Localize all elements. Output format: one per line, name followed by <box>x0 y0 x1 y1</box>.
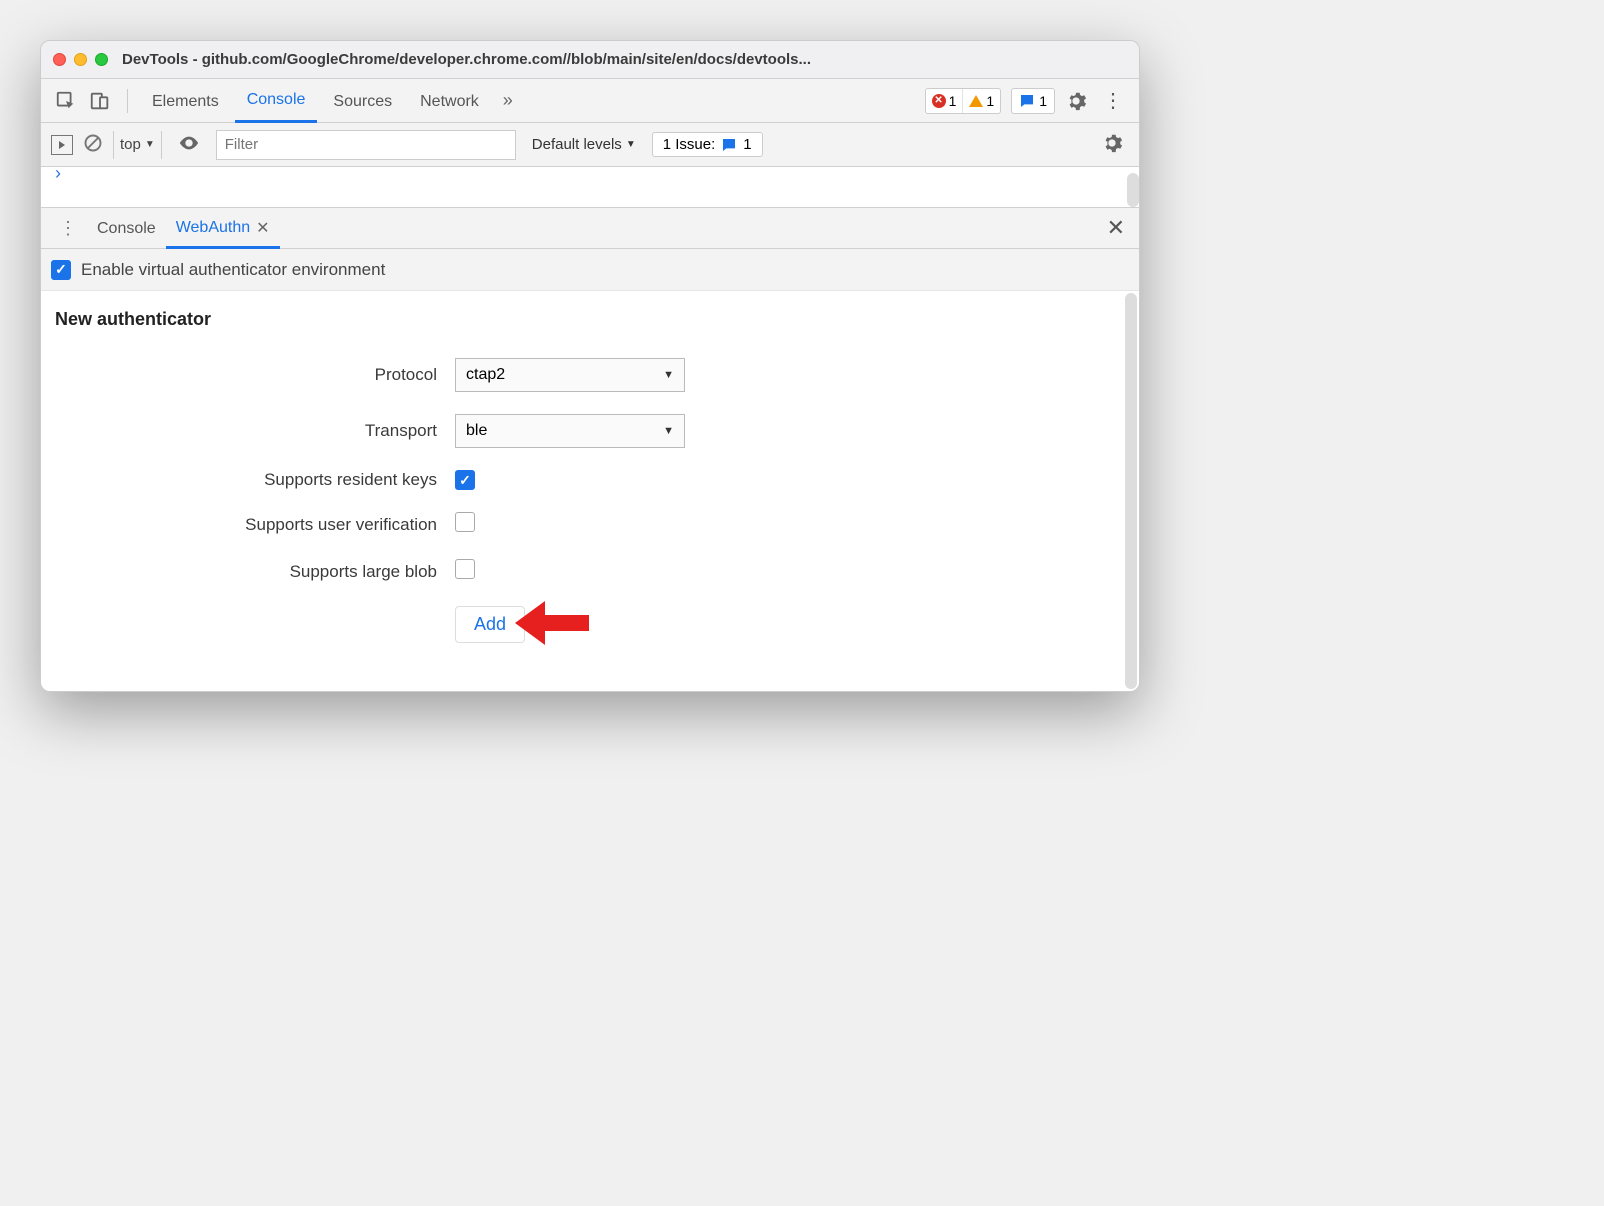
maximize-window-button[interactable] <box>95 53 108 66</box>
tab-elements[interactable]: Elements <box>140 79 231 123</box>
device-toggle-icon[interactable] <box>85 90 115 112</box>
drawer-tabs: ⋮ Console WebAuthn ✕ ✕ <box>41 207 1139 249</box>
chevron-down-icon: ▼ <box>626 139 636 150</box>
warning-icon <box>969 95 983 107</box>
chevron-down-icon: ▼ <box>145 139 155 150</box>
console-filter-bar: top ▼ Default levels ▼ 1 Issue: 1 <box>41 123 1139 167</box>
annotation-arrow-icon <box>511 595 591 656</box>
alerts-badge[interactable]: ✕1 1 <box>925 88 1002 114</box>
console-output-area: › <box>41 167 1139 207</box>
large-blob-label: Supports large blob <box>55 562 455 582</box>
enable-row: Enable virtual authenticator environment <box>41 249 1139 291</box>
titlebar: DevTools - github.com/GoogleChrome/devel… <box>41 41 1139 79</box>
console-prompt-icon: › <box>55 163 61 184</box>
messages-badge[interactable]: 1 <box>1011 88 1055 114</box>
user-verification-label: Supports user verification <box>55 515 455 535</box>
window-title: DevTools - github.com/GoogleChrome/devel… <box>122 51 1127 68</box>
error-icon: ✕ <box>932 94 946 108</box>
chevron-down-icon: ▼ <box>663 425 674 437</box>
log-level-select[interactable]: Default levels ▼ <box>526 136 642 153</box>
transport-label: Transport <box>55 421 455 441</box>
close-window-button[interactable] <box>53 53 66 66</box>
main-toolbar: Elements Console Sources Network » ✕1 1 … <box>41 79 1139 123</box>
message-icon <box>1019 93 1035 109</box>
message-icon <box>721 137 737 153</box>
clear-console-icon[interactable] <box>83 133 103 157</box>
resident-keys-label: Supports resident keys <box>55 470 455 490</box>
tab-sources[interactable]: Sources <box>321 79 404 123</box>
drawer-close-icon[interactable]: ✕ <box>1101 215 1131 241</box>
enable-virtual-auth-checkbox[interactable] <box>51 260 71 280</box>
chevron-down-icon: ▼ <box>663 369 674 381</box>
more-tabs-icon[interactable]: » <box>495 90 521 111</box>
protocol-select[interactable]: ctap2 ▼ <box>455 358 685 392</box>
console-sidebar-toggle-icon[interactable] <box>51 135 73 155</box>
drawer-tab-webauthn[interactable]: WebAuthn ✕ <box>166 207 280 249</box>
settings-icon[interactable] <box>1059 90 1093 112</box>
tab-console[interactable]: Console <box>235 79 318 123</box>
enable-virtual-auth-label: Enable virtual authenticator environment <box>81 260 385 280</box>
user-verification-checkbox[interactable] <box>455 512 475 532</box>
minimize-window-button[interactable] <box>74 53 87 66</box>
resident-keys-checkbox[interactable] <box>455 470 475 490</box>
inspect-icon[interactable] <box>51 90 81 112</box>
webauthn-panel: New authenticator Protocol ctap2 ▼ Trans… <box>41 291 1139 691</box>
context-select[interactable]: top ▼ <box>113 131 162 159</box>
filter-input[interactable] <box>216 130 516 160</box>
issues-button[interactable]: 1 Issue: 1 <box>652 132 763 157</box>
protocol-label: Protocol <box>55 365 455 385</box>
tab-network[interactable]: Network <box>408 79 491 123</box>
window-controls <box>53 53 108 66</box>
close-tab-icon[interactable]: ✕ <box>256 218 269 238</box>
live-expression-icon[interactable] <box>172 132 206 158</box>
more-menu-icon[interactable]: ⋮ <box>1097 88 1129 113</box>
drawer-more-icon[interactable]: ⋮ <box>49 218 87 239</box>
large-blob-checkbox[interactable] <box>455 559 475 579</box>
console-settings-icon[interactable] <box>1095 132 1129 158</box>
drawer-tab-console[interactable]: Console <box>87 207 166 249</box>
panel-title: New authenticator <box>55 309 1125 330</box>
devtools-window: DevTools - github.com/GoogleChrome/devel… <box>40 40 1140 692</box>
transport-select[interactable]: ble ▼ <box>455 414 685 448</box>
